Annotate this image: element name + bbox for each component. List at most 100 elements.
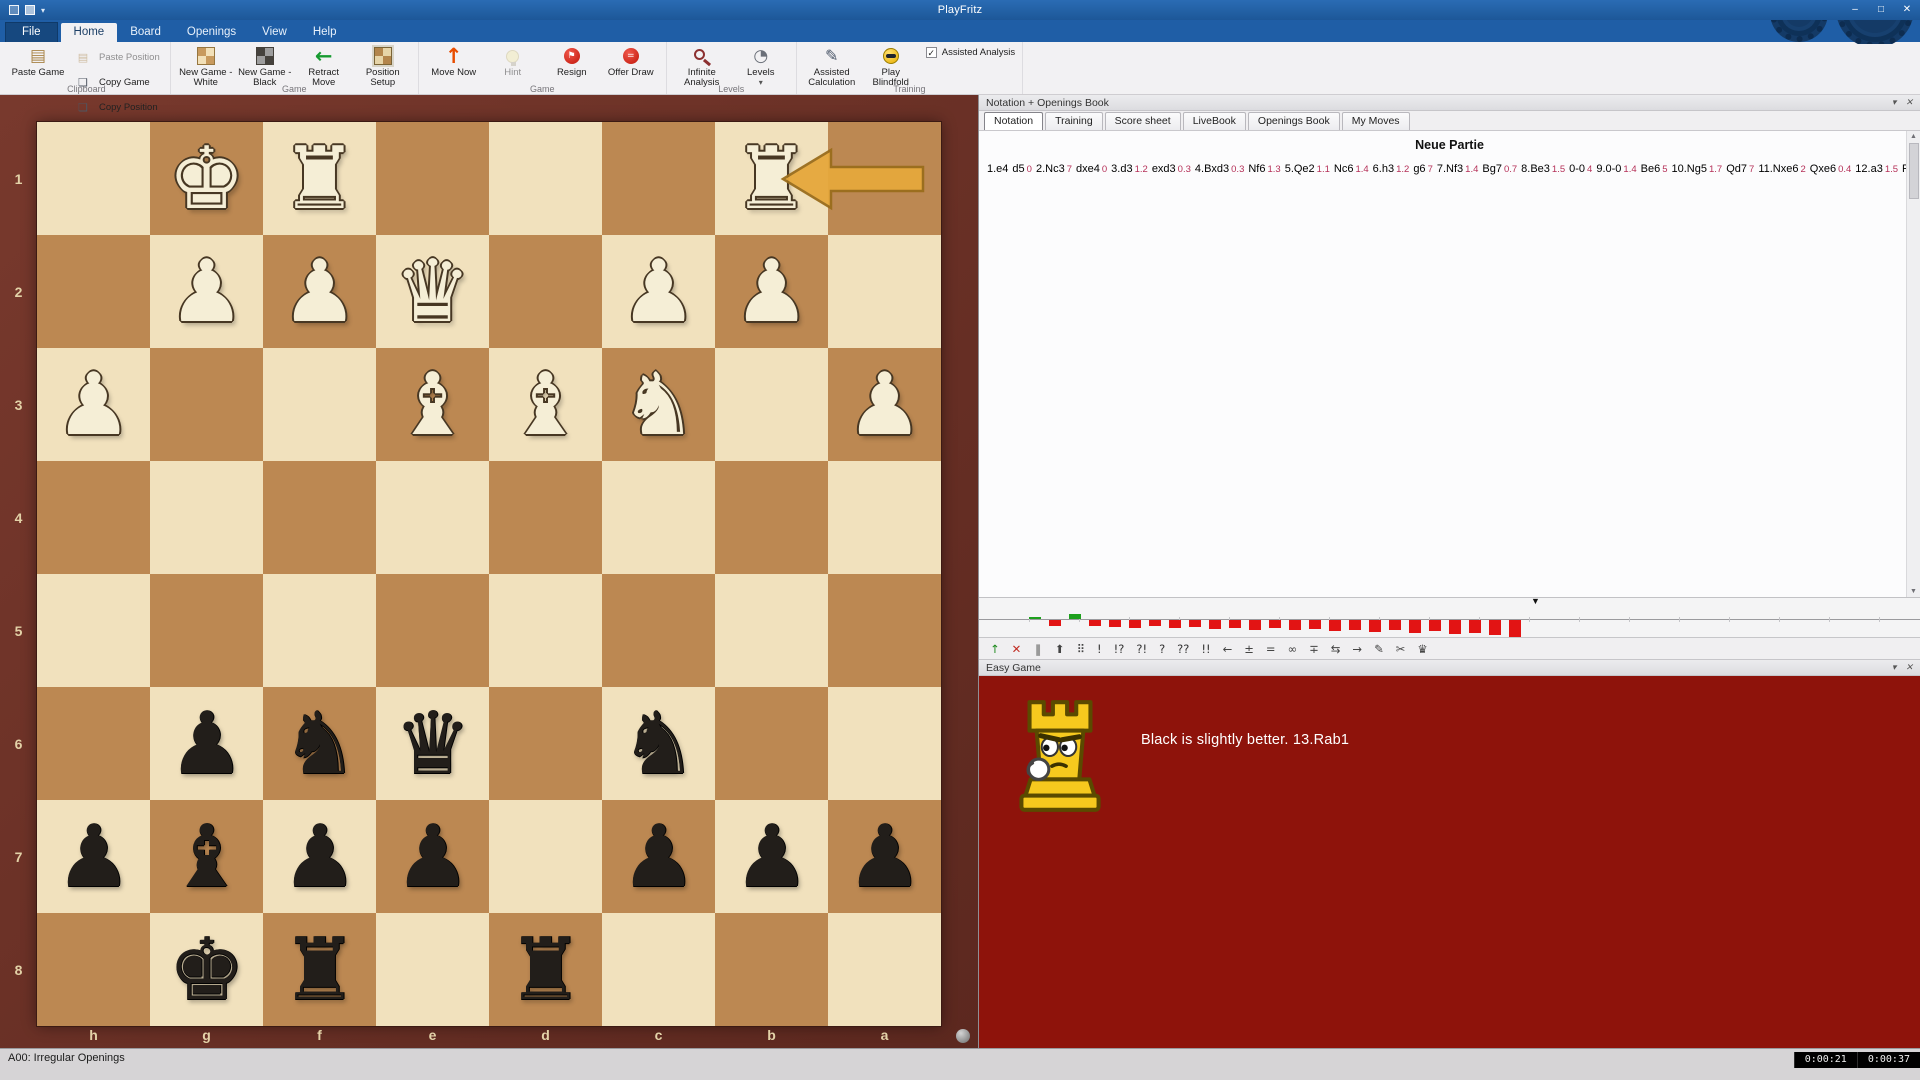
square-c5[interactable] <box>602 574 715 687</box>
levels-button[interactable]: Levels▾ <box>733 44 789 88</box>
square-d2[interactable] <box>489 235 602 348</box>
move-qd7[interactable]: Qd77 <box>1726 163 1754 175</box>
square-e1[interactable] <box>376 122 489 235</box>
square-f4[interactable] <box>263 461 376 574</box>
white-better-icon[interactable]: ± <box>1238 642 1260 656</box>
tab-openings-book[interactable]: Openings Book <box>1248 112 1340 130</box>
menu-openings[interactable]: Openings <box>174 23 249 42</box>
white-knight-c3[interactable]: ♞ <box>602 348 715 461</box>
minimize-button[interactable]: – <box>1842 0 1868 20</box>
scroll-up-icon[interactable]: ▲ <box>1910 131 1917 142</box>
retract-move-button[interactable]: Retract Move <box>296 44 352 89</box>
white-pawn-a3[interactable]: ♟ <box>828 348 941 461</box>
square-f7[interactable]: ♟ <box>263 800 376 913</box>
close-icon[interactable]: ✕ <box>1905 97 1913 108</box>
tab-my-moves[interactable]: My Moves <box>1342 112 1410 130</box>
move-10-ng5[interactable]: 10.Ng51.7 <box>1672 163 1723 175</box>
hint-button[interactable]: Hint <box>485 44 541 78</box>
square-b1[interactable]: ♜ <box>715 122 828 235</box>
square-d5[interactable] <box>489 574 602 687</box>
new-game-black-button[interactable]: New Game - Black <box>237 44 293 89</box>
square-a6[interactable] <box>828 687 941 800</box>
square-f3[interactable] <box>263 348 376 461</box>
menu-home[interactable]: Home <box>61 23 118 42</box>
square-a7[interactable]: ♟ <box>828 800 941 913</box>
eval-bar-3[interactable] <box>1069 614 1081 620</box>
square-c8[interactable] <box>602 913 715 1026</box>
square-a3[interactable]: ♟ <box>828 348 941 461</box>
square-h1[interactable] <box>37 122 150 235</box>
eval-bar-9[interactable] <box>1189 620 1201 627</box>
square-e8[interactable] <box>376 913 489 1026</box>
notation-scrollbar[interactable]: ▲ ▼ <box>1906 131 1920 597</box>
black-pawn-b7[interactable]: ♟ <box>715 800 828 913</box>
move-8-be3[interactable]: 8.Be31.5 <box>1521 163 1565 175</box>
eval-bar-15[interactable] <box>1309 620 1321 629</box>
new-game-white-button[interactable]: New Game - White <box>178 44 234 89</box>
eval-bar-11[interactable] <box>1229 620 1241 628</box>
play-blindfold-button[interactable]: Play Blindfold <box>863 44 919 89</box>
white-pawn-h3[interactable]: ♟ <box>37 348 150 461</box>
resign-button[interactable]: ⚑Resign <box>544 44 600 78</box>
move-5-qe2[interactable]: 5.Qe21.1 <box>1285 163 1330 175</box>
square-c3[interactable]: ♞ <box>602 348 715 461</box>
square-b3[interactable] <box>715 348 828 461</box>
eval-bar-21[interactable] <box>1429 620 1441 631</box>
square-d6[interactable] <box>489 687 602 800</box>
tab-livebook[interactable]: LiveBook <box>1183 112 1246 130</box>
square-b2[interactable]: ♟ <box>715 235 828 348</box>
black-queen-e6[interactable]: ♛ <box>376 687 489 800</box>
board-resize-knob[interactable] <box>956 1029 970 1043</box>
square-h8[interactable] <box>37 913 150 1026</box>
move-dxe4[interactable]: dxe40 <box>1076 163 1107 175</box>
white-pawn-g2[interactable]: ♟ <box>150 235 263 348</box>
square-b6[interactable] <box>715 687 828 800</box>
eval-bar-22[interactable] <box>1449 620 1461 634</box>
eval-bar-4[interactable] <box>1089 620 1101 626</box>
square-h7[interactable]: ♟ <box>37 800 150 913</box>
move-nc6[interactable]: Nc61.4 <box>1334 163 1369 175</box>
square-h6[interactable] <box>37 687 150 800</box>
move-nf6[interactable]: Nf61.3 <box>1248 163 1280 175</box>
move-7-nf3[interactable]: 7.Nf31.4 <box>1437 163 1479 175</box>
square-b5[interactable] <box>715 574 828 687</box>
square-d8[interactable]: ♜ <box>489 913 602 1026</box>
eval-bar-6[interactable] <box>1129 620 1141 628</box>
assisted-calculation-button[interactable]: Assisted Calculation <box>804 44 860 89</box>
eval-bar-13[interactable] <box>1269 620 1281 628</box>
counterplay-icon[interactable]: ⇆ <box>1325 642 1347 656</box>
back-arrow-icon[interactable]: ← <box>1217 642 1239 656</box>
paste-position-button[interactable]: Paste Position <box>69 46 163 69</box>
square-a2[interactable] <box>828 235 941 348</box>
white-rook-b1[interactable]: ♜ <box>715 122 828 235</box>
square-c1[interactable] <box>602 122 715 235</box>
square-g8[interactable]: ♚ <box>150 913 263 1026</box>
white-bishop-e3[interactable]: ♝ <box>376 348 489 461</box>
square-e4[interactable] <box>376 461 489 574</box>
square-g3[interactable] <box>150 348 263 461</box>
black-rook-d8[interactable]: ♜ <box>489 913 602 1026</box>
forward-arrow-icon[interactable]: → <box>1346 642 1368 656</box>
square-f6[interactable]: ♞ <box>263 687 376 800</box>
square-h4[interactable] <box>37 461 150 574</box>
offer-draw-button[interactable]: =Offer Draw <box>603 44 659 78</box>
maximize-button[interactable]: □ <box>1868 0 1894 20</box>
square-g2[interactable]: ♟ <box>150 235 263 348</box>
white-pawn-c2[interactable]: ♟ <box>602 235 715 348</box>
black-knight-c6[interactable]: ♞ <box>602 687 715 800</box>
good-move-icon[interactable]: ! <box>1091 642 1108 656</box>
move-qxe6[interactable]: Qxe60.4 <box>1810 163 1852 175</box>
eval-bar-20[interactable] <box>1409 620 1421 633</box>
equal-position-icon[interactable]: = <box>1260 642 1282 656</box>
black-knight-f6[interactable]: ♞ <box>263 687 376 800</box>
delete-variation-icon[interactable]: ✕ <box>1006 642 1028 656</box>
divider-icon[interactable]: ❚ <box>1027 642 1049 656</box>
black-pawn-e7[interactable]: ♟ <box>376 800 489 913</box>
square-g4[interactable] <box>150 461 263 574</box>
quick-access-dropdown-icon[interactable]: ▾ <box>41 6 45 15</box>
overwrite-icon[interactable]: ⠿ <box>1071 642 1091 656</box>
cut-icon[interactable]: ✂ <box>1390 642 1412 656</box>
evaluation-profile[interactable]: ▼ <box>979 598 1920 638</box>
interesting-move-icon[interactable]: !? <box>1108 642 1131 656</box>
scrollbar-thumb[interactable] <box>1909 143 1919 199</box>
